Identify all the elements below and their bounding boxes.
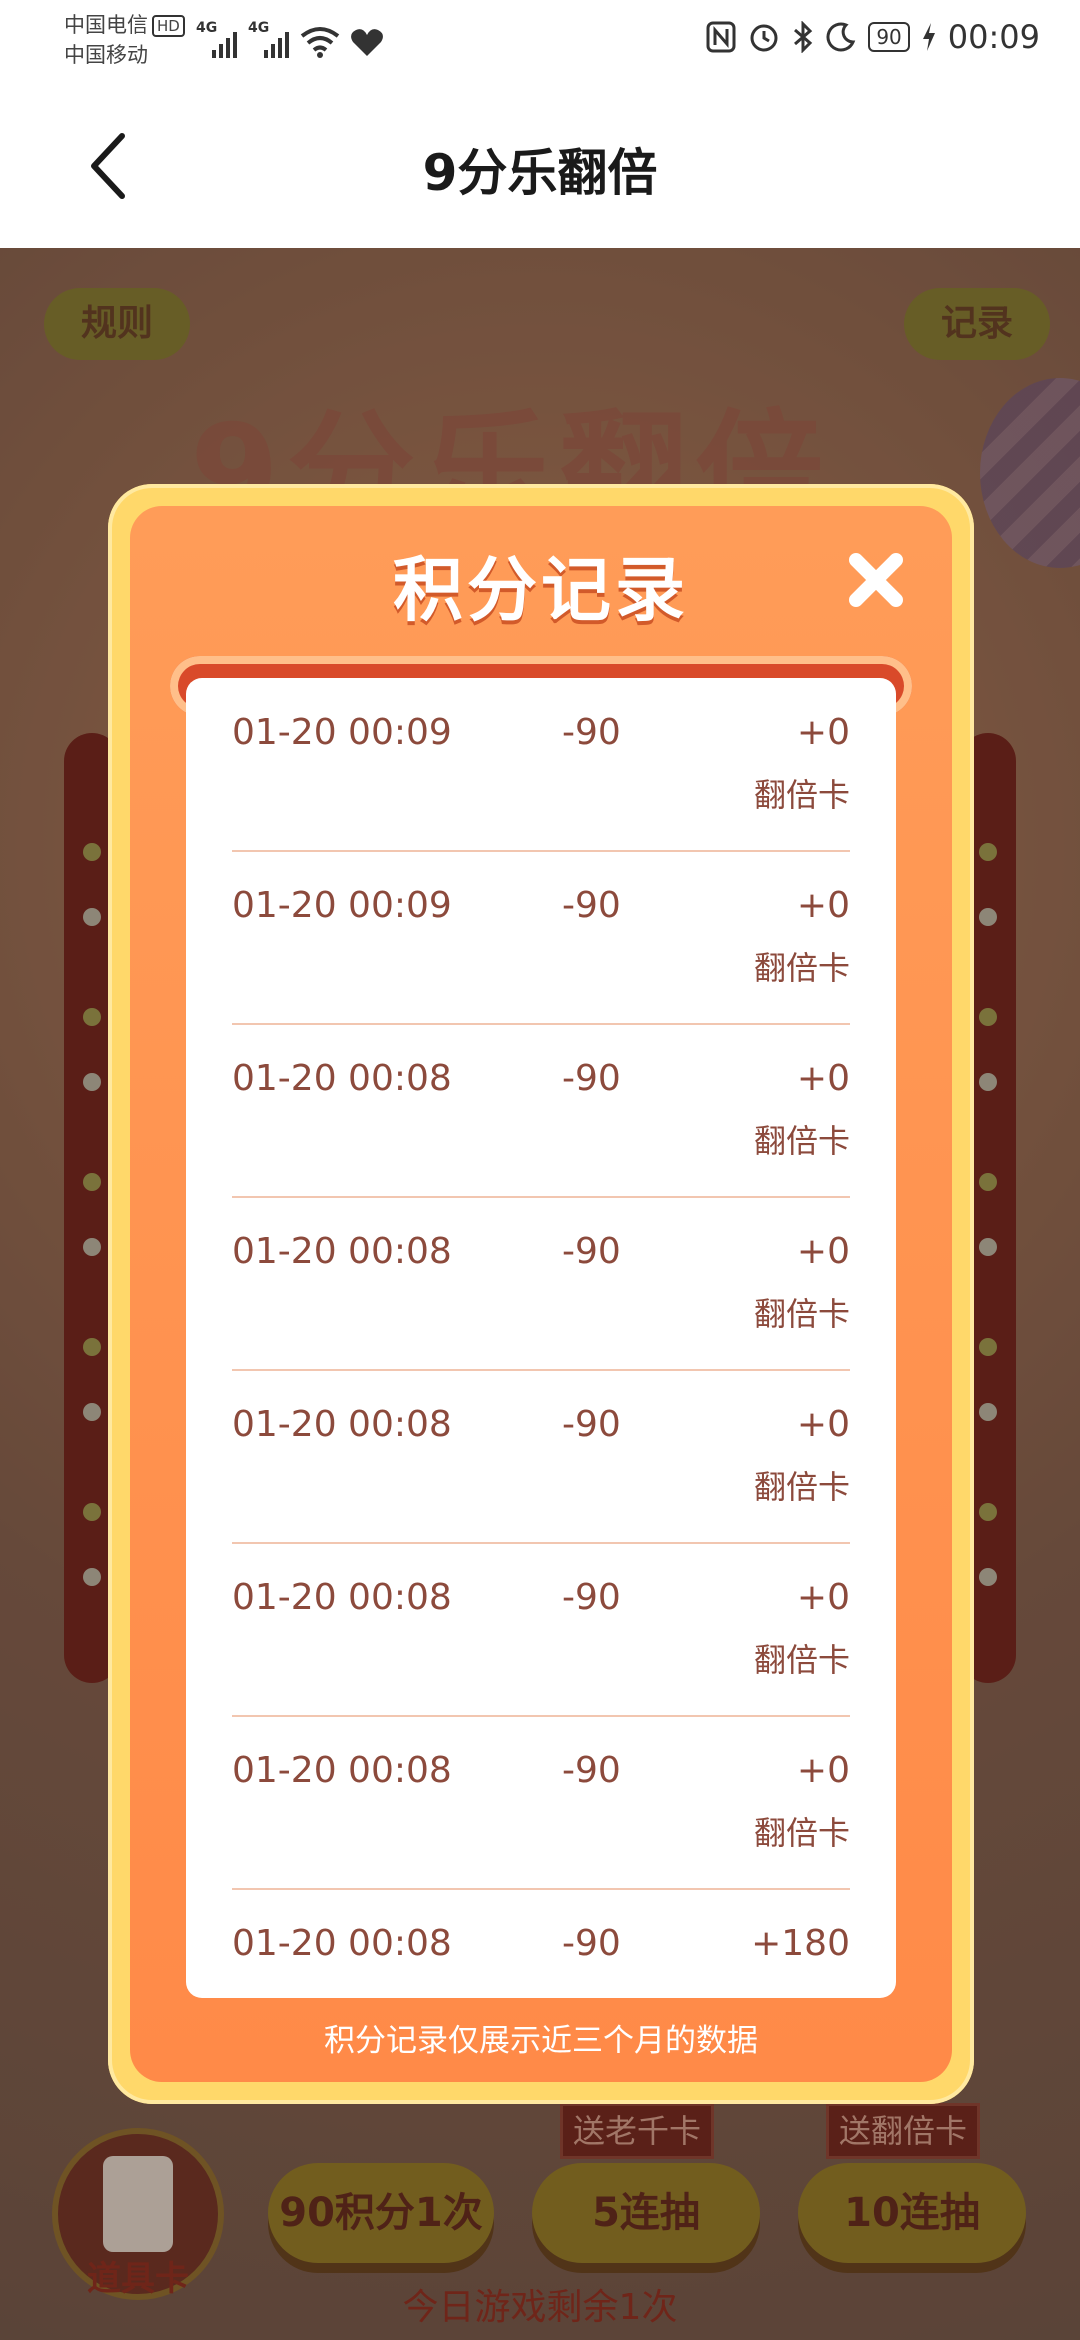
modal-footer-note: 积分记录仅展示近三个月的数据 xyxy=(324,2023,758,2059)
bluetooth-icon xyxy=(794,21,813,53)
clock: 00:09 xyxy=(947,18,1040,56)
record-delta: -90 xyxy=(562,1750,621,1791)
record-delta: -90 xyxy=(562,1058,621,1099)
moon-icon xyxy=(826,22,856,52)
status-bar: 中国电信 HD 中国移动 4G 4G 90 00:09 xyxy=(0,0,1080,78)
record-row: 01-20 00:09 -90 +0 翻倍卡 xyxy=(232,678,850,852)
record-gain: +0 xyxy=(796,885,850,926)
health-heart-icon xyxy=(351,29,383,56)
record-delta: -90 xyxy=(562,1231,621,1272)
nfc-icon xyxy=(706,21,736,53)
record-row: 01-20 00:09 -90 +0 翻倍卡 xyxy=(232,851,850,1025)
record-delta: -90 xyxy=(562,1923,621,1964)
record-kind: 翻倍卡 xyxy=(753,1122,850,1160)
record-kind: 翻倍卡 xyxy=(753,1468,850,1506)
status-right: 90 00:09 xyxy=(706,18,1040,56)
record-date: 01-20 00:08 xyxy=(232,1577,452,1618)
record-row: 01-20 00:08 -90 +0 翻倍卡 xyxy=(232,1543,850,1717)
record-row: 01-20 00:08 -90 +0 翻倍卡 xyxy=(232,1024,850,1198)
modal-body: 积分记录 01-20 00:09 -90 +0 翻倍卡 01-20 00:09 -90 +0… xyxy=(130,506,952,2082)
record-row: 01-20 00:08 -90 +0 翻倍卡 xyxy=(232,1197,850,1371)
record-kind: 翻倍卡 xyxy=(753,1814,850,1852)
points-record-modal: 积分记录 01-20 00:09 -90 +0 翻倍卡 01-20 00:09 -90 +0… xyxy=(108,484,974,2104)
record-gain: +0 xyxy=(796,712,850,753)
record-gain: +0 xyxy=(796,1577,850,1618)
record-gain: +0 xyxy=(796,1231,850,1272)
battery-level: 90 xyxy=(868,22,910,52)
modal-title: 积分记录 xyxy=(393,549,689,631)
record-kind: 翻倍卡 xyxy=(753,1641,850,1679)
record-delta: -90 xyxy=(562,712,621,753)
record-date: 01-20 00:08 xyxy=(232,1404,452,1445)
record-row: 01-20 00:08 -90 +0 翻倍卡 xyxy=(232,1716,850,1890)
title-bar: 9分乐翻倍 xyxy=(0,78,1080,248)
record-row: 01-20 00:08 -90 +180 xyxy=(232,1889,850,1998)
record-gain: +0 xyxy=(796,1058,850,1099)
record-gain: +180 xyxy=(751,1923,850,1964)
carrier-1: 中国电信 xyxy=(64,13,148,37)
alarm-icon xyxy=(750,24,778,52)
carrier-info: 中国电信 HD 中国移动 xyxy=(64,10,185,70)
wifi-icon xyxy=(300,27,340,58)
signal-icon: 4G xyxy=(248,20,290,58)
record-delta: -90 xyxy=(562,1404,621,1445)
record-gain: +0 xyxy=(796,1750,850,1791)
record-date: 01-20 00:08 xyxy=(232,1058,452,1099)
close-icon[interactable] xyxy=(844,548,908,612)
record-list[interactable]: 01-20 00:09 -90 +0 翻倍卡 01-20 00:09 -90 +0 翻倍卡 01… xyxy=(186,678,896,1998)
record-date: 01-20 00:09 xyxy=(232,712,452,753)
record-date: 01-20 00:09 xyxy=(232,885,452,926)
record-kind: 翻倍卡 xyxy=(753,949,850,987)
record-gain: +0 xyxy=(796,1404,850,1445)
record-date: 01-20 00:08 xyxy=(232,1750,452,1791)
record-delta: -90 xyxy=(562,885,621,926)
record-date: 01-20 00:08 xyxy=(232,1231,452,1272)
record-date: 01-20 00:08 xyxy=(232,1923,452,1964)
record-delta: -90 xyxy=(562,1577,621,1618)
signal-group: 4G 4G xyxy=(196,20,384,58)
charging-icon xyxy=(922,23,935,51)
hd-badge: HD xyxy=(152,15,185,37)
record-kind: 翻倍卡 xyxy=(753,776,850,814)
page-title: 9分乐翻倍 xyxy=(422,144,658,202)
carrier-2: 中国移动 xyxy=(64,43,148,67)
record-row: 01-20 00:08 -90 +0 翻倍卡 xyxy=(232,1370,850,1544)
record-kind: 翻倍卡 xyxy=(753,1295,850,1333)
signal-icon: 4G xyxy=(196,20,238,58)
